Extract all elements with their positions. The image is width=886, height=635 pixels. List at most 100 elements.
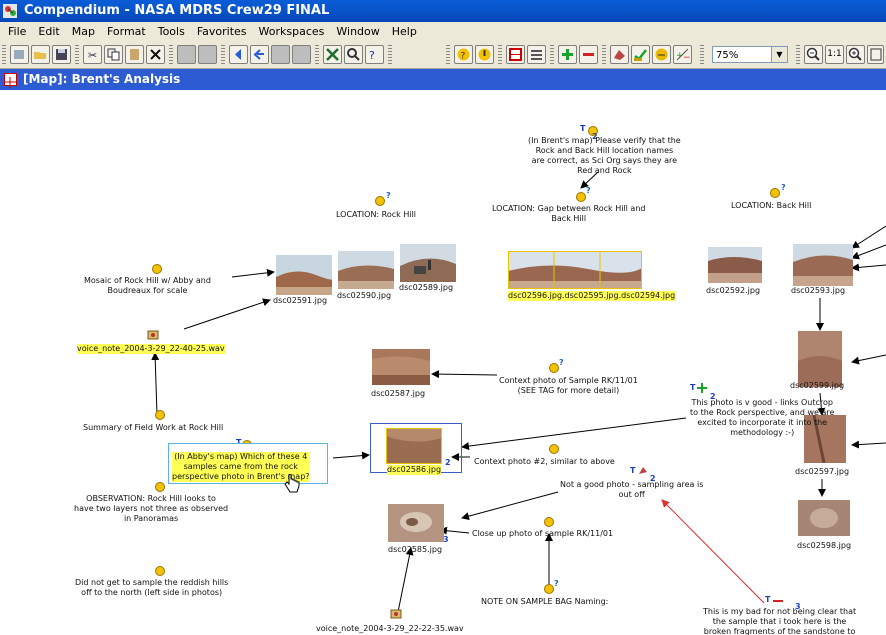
location-node-label[interactable]: LOCATION: Rock Hill [336, 210, 416, 220]
link[interactable] [461, 417, 687, 451]
link-red[interactable] [661, 499, 765, 604]
link[interactable] [851, 440, 886, 449]
photo-thumbnail[interactable] [276, 255, 332, 295]
note-node-label[interactable]: Context photo of Sample RK/11/01 (SEE TAG… [499, 376, 638, 396]
note-node-label[interactable]: Did not get to sample the reddish hills o… [75, 578, 228, 598]
undo-icon[interactable] [177, 45, 196, 64]
question-node-icon[interactable]: ? [454, 45, 473, 64]
question-node-label[interactable]: (In Brent's map) Please verify that the R… [528, 136, 681, 176]
reference-node-icon[interactable] [610, 45, 629, 64]
chevron-down-icon[interactable]: ▼ [771, 47, 787, 62]
note-node-icon[interactable] [576, 192, 586, 202]
audio-reference-label[interactable]: voice_note_2004-3-29_22-22-35.wav [316, 624, 464, 634]
new-map-icon[interactable] [10, 45, 29, 64]
observation-node-label[interactable]: OBSERVATION: Rock Hill looks to have two … [74, 494, 228, 524]
map-canvas[interactable]: ? ? ? ? ? T 2 T 2 T 3 T 2 T 3 2 3 (In Br… [0, 90, 886, 635]
photo-label[interactable]: dsc02592.jpg [706, 286, 760, 296]
menu-help[interactable]: Help [392, 22, 417, 42]
photo-label-part[interactable]: dsc02594.jpg [621, 291, 675, 300]
link[interactable] [851, 263, 886, 272]
tag-badge[interactable]: T [630, 466, 635, 475]
forward-icon[interactable] [292, 45, 311, 64]
zoom-select[interactable]: 75% ▼ [712, 46, 788, 63]
argument-node-icon[interactable]: + − [673, 45, 692, 64]
save-icon[interactable] [52, 45, 71, 64]
copy-icon[interactable] [104, 45, 123, 64]
history-back-icon[interactable] [250, 45, 269, 64]
photo-label[interactable]: dsc02585.jpg [388, 545, 442, 555]
note-node-icon[interactable] [549, 444, 559, 454]
idea-node-icon[interactable] [475, 45, 494, 64]
link[interactable] [231, 268, 275, 278]
note-node-icon[interactable] [152, 264, 162, 274]
menu-edit[interactable]: Edit [38, 22, 59, 42]
note-node-icon[interactable] [544, 517, 554, 527]
note-node-label[interactable]: Context photo #2, similar to above [474, 457, 615, 467]
note-node-icon[interactable] [375, 196, 385, 206]
menu-window[interactable]: Window [336, 22, 379, 42]
photo-thumbnail[interactable] [400, 244, 456, 282]
zoom-fit-icon[interactable] [867, 45, 884, 64]
redo-icon[interactable] [198, 45, 217, 64]
link[interactable] [431, 370, 498, 379]
photo-label[interactable]: dsc02586.jpg [387, 465, 442, 475]
decision-node-icon[interactable] [631, 45, 650, 64]
link[interactable] [397, 547, 414, 613]
pro-node-icon[interactable] [558, 45, 577, 64]
delete-icon[interactable] [146, 45, 165, 64]
link[interactable] [183, 298, 271, 330]
reference-node-label[interactable]: Not a good photo - sampling area is out o… [560, 480, 703, 500]
link[interactable] [851, 354, 886, 365]
menu-tools[interactable]: Tools [158, 22, 185, 42]
con-node-label[interactable]: This is my bad for not being clear that t… [703, 607, 856, 635]
photo-thumbnail[interactable] [798, 500, 850, 536]
note-node-icon[interactable] [770, 188, 780, 198]
con-node-icon[interactable] [579, 45, 598, 64]
photo-thumbnail[interactable] [338, 251, 394, 289]
toolbar-grip[interactable] [2, 45, 6, 64]
search-icon[interactable] [344, 45, 363, 64]
photo-thumbnail[interactable] [372, 349, 430, 385]
note-node-label[interactable]: NOTE ON SAMPLE BAG Naming: [481, 597, 608, 607]
menu-file[interactable]: File [8, 22, 26, 42]
photo-thumbnail[interactable] [708, 247, 762, 283]
list-node-icon[interactable] [527, 45, 546, 64]
link[interactable] [439, 526, 470, 535]
audio-reference-icon[interactable] [390, 609, 402, 619]
note-node-label[interactable]: Summary of Field Work at Rock Hill [83, 423, 223, 433]
map-node-icon[interactable] [506, 45, 525, 64]
note-node-label[interactable]: Mosaic of Rock Hill w/ Abby and Boudreaux… [84, 276, 211, 296]
audio-reference-icon[interactable] [147, 330, 159, 340]
photo-thumbnail-panorama[interactable] [508, 251, 642, 289]
open-folder-icon[interactable] [31, 45, 50, 64]
photo-label[interactable]: dsc02596.jpg.dsc02595.jpg.dsc02594.jpg [508, 291, 676, 301]
note-node-icon[interactable] [155, 410, 165, 420]
location-node-label[interactable]: LOCATION: Gap between Rock Hill and Back … [492, 204, 645, 224]
photo-label[interactable]: dsc02587.jpg [371, 389, 425, 399]
link[interactable] [461, 491, 559, 521]
help-pointer-icon[interactable]: ? [365, 45, 384, 64]
photo-label[interactable]: dsc02598.jpg [797, 541, 851, 551]
note-node-icon[interactable] [652, 45, 671, 64]
tag-badge[interactable]: T [765, 595, 770, 604]
link[interactable] [332, 451, 370, 460]
link[interactable] [851, 225, 886, 249]
tag-badge[interactable]: T [580, 124, 585, 133]
photo-label[interactable]: dsc02591.jpg [273, 296, 327, 306]
cut-icon[interactable]: ✂ [83, 45, 102, 64]
photo-thumbnail[interactable] [388, 504, 444, 542]
photo-thumbnail[interactable] [793, 244, 853, 286]
note-node-icon[interactable] [155, 566, 165, 576]
photo-label-part[interactable]: dsc02596.jpg [508, 291, 562, 300]
menu-workspaces[interactable]: Workspaces [259, 22, 325, 42]
note-node-label[interactable]: Close up photo of sample RK/11/01 [472, 529, 613, 539]
note-node-icon[interactable] [544, 584, 554, 594]
photo-label-part[interactable]: dsc02595.jpg [565, 291, 619, 300]
paste-icon[interactable] [125, 45, 144, 64]
note-node-icon[interactable] [155, 482, 165, 492]
photo-thumbnail[interactable] [386, 428, 442, 464]
photo-label[interactable]: dsc02599.jpg [790, 381, 844, 391]
link[interactable] [851, 244, 886, 260]
zoom-in-icon[interactable] [846, 45, 865, 64]
menu-format[interactable]: Format [107, 22, 146, 42]
